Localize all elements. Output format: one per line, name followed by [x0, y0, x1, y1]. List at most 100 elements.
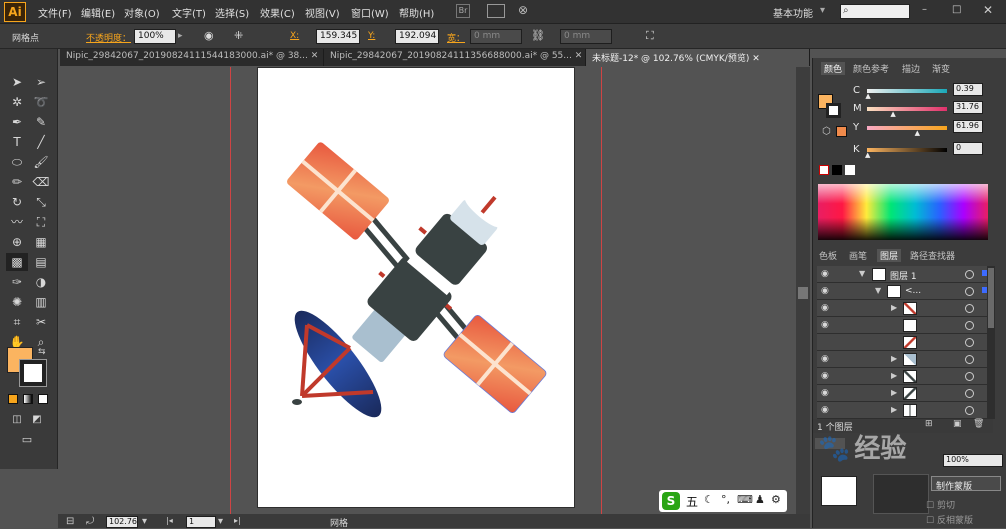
visibility-eye-icon[interactable]: ◉ [821, 354, 829, 364]
channel-y-marker[interactable]: ▲ [915, 129, 920, 137]
lasso-tool-icon[interactable]: ➰ [30, 93, 52, 111]
rotate-view-icon[interactable]: ⤾ [86, 516, 94, 527]
satellite-illustration[interactable] [258, 68, 576, 509]
menu-help[interactable]: 帮助(H) [399, 5, 434, 20]
target-icon[interactable] [965, 304, 974, 313]
skin-icon[interactable]: ♟ [755, 493, 765, 506]
color-mode-button[interactable] [8, 394, 18, 404]
x-label[interactable]: X: [290, 31, 299, 41]
channel-k-slider[interactable] [867, 148, 947, 152]
chevron-down-icon[interactable]: ▾ [820, 5, 825, 16]
bridge-icon[interactable]: Br [456, 4, 470, 18]
clip-checkbox[interactable]: ☐ 剪切 [926, 498, 955, 511]
channel-k-value[interactable]: 0 [953, 142, 983, 155]
vertical-scrollbar[interactable] [796, 67, 810, 514]
target-icon[interactable] [965, 372, 974, 381]
layer-row[interactable]: ◉ ▶ [817, 368, 995, 385]
menu-edit[interactable]: 编辑(E) [81, 5, 115, 20]
tab-document-1[interactable]: Nipic_29842067_20190824111544183000.ai* … [60, 49, 324, 66]
draw-inside-icon[interactable]: ◩ [26, 411, 48, 429]
layer-row[interactable]: ◉ ▶ [817, 385, 995, 402]
moon-icon[interactable]: ☾ [704, 493, 714, 506]
chevron-right-icon[interactable]: ▶ [891, 303, 897, 312]
mesh-tool-icon[interactable]: ▩ [6, 253, 28, 271]
eraser-tool-icon[interactable]: ⌫ [30, 173, 52, 191]
close-icon[interactable]: ✕ [311, 51, 319, 61]
scroll-thumb[interactable] [988, 268, 994, 328]
stroke-swatch[interactable] [19, 359, 47, 387]
menu-file[interactable]: 文件(F) [38, 5, 72, 20]
graph-tool-icon[interactable]: ▥ [30, 293, 52, 311]
close-icon[interactable]: ✕ [983, 3, 993, 17]
channel-y-slider[interactable] [867, 126, 947, 130]
symbol-sprayer-tool-icon[interactable]: ✺ [6, 293, 28, 311]
trash-icon[interactable]: 🗑 [973, 419, 984, 429]
chevron-right-icon[interactable]: ▶ [891, 405, 897, 414]
target-icon[interactable] [965, 287, 974, 296]
channel-c-slider[interactable] [867, 89, 947, 93]
chevron-down-icon[interactable]: ▾ [218, 516, 223, 527]
target-icon[interactable] [965, 270, 974, 279]
ime-mode-label[interactable]: 五 [686, 493, 698, 510]
chevron-right-icon[interactable]: ▸ [178, 31, 183, 41]
width-label[interactable]: 宽： [447, 31, 465, 44]
visibility-eye-icon[interactable]: ◉ [821, 320, 829, 330]
y-label[interactable]: Y: [368, 31, 375, 41]
scroll-thumb[interactable] [798, 287, 808, 299]
gpu-icon[interactable]: ⊗ [518, 3, 528, 17]
layer-name[interactable]: 图层 1 [890, 269, 917, 282]
opacity-label[interactable]: 不透明度： [86, 31, 131, 44]
menu-type[interactable]: 文字(T) [172, 5, 206, 20]
visibility-eye-icon[interactable]: ◉ [821, 405, 829, 415]
channel-y-value[interactable]: 61.96 [953, 120, 983, 133]
next-page-icon[interactable]: ▸| [234, 516, 241, 525]
workspace-switcher[interactable]: 基本功能 [773, 5, 813, 20]
target-icon[interactable] [965, 338, 974, 347]
gradient-mode-button[interactable] [23, 394, 33, 404]
eyedropper-tool-icon[interactable]: ✑ [6, 273, 28, 291]
line-tool-icon[interactable]: ╱ [30, 133, 52, 151]
pen-tool-icon[interactable]: ✒ [6, 113, 28, 131]
arrange-documents-icon[interactable] [487, 4, 505, 18]
visibility-eye-icon[interactable]: ◉ [821, 388, 829, 398]
tab-document-3[interactable]: 未标题-12* @ 102.76% (CMYK/预览) ✕ [586, 49, 810, 66]
gradient-tool-icon[interactable]: ▤ [30, 253, 52, 271]
tab-gradient[interactable]: 渐变 [932, 62, 950, 75]
brush-tool-icon[interactable]: 🖌 [30, 153, 52, 171]
tab-brushes[interactable]: 画笔 [849, 249, 867, 262]
menu-view[interactable]: 视图(V) [305, 5, 340, 20]
width-field[interactable]: 0 mm [470, 29, 522, 44]
close-icon[interactable]: ✕ [752, 54, 760, 64]
perspective-grid-tool-icon[interactable]: ▦ [30, 233, 52, 251]
visibility-eye-icon[interactable]: ◉ [821, 303, 829, 313]
minimize-icon[interactable]: – [922, 4, 927, 15]
magic-wand-tool-icon[interactable]: ✲ [6, 93, 28, 111]
layer-row-top[interactable]: ◉ ▼ 图层 1 [817, 266, 995, 283]
tab-pathfinder[interactable]: 路径查找器 [910, 249, 955, 262]
ime-logo-icon[interactable]: S [662, 492, 680, 510]
stroke-swatch[interactable] [826, 103, 841, 118]
blend-tool-icon[interactable]: ◑ [30, 273, 52, 291]
tab-layers[interactable]: 图层 [877, 249, 902, 262]
color-spectrum[interactable] [818, 184, 988, 240]
shape-builder-tool-icon[interactable]: ⊕ [6, 233, 28, 251]
layer-row[interactable]: ◉ ▶ [817, 402, 995, 419]
tab-swatches[interactable]: 色板 [819, 249, 837, 262]
menu-object[interactable]: 对象(O) [124, 5, 160, 20]
x-field[interactable]: 159.345 [316, 29, 360, 44]
visibility-eye-icon[interactable]: ◉ [821, 269, 829, 279]
punctuation-icon[interactable]: °, [721, 493, 730, 506]
none-mode-button[interactable] [38, 394, 48, 404]
first-page-icon[interactable]: |◂ [166, 516, 173, 525]
chevron-down-icon[interactable]: ▼ [859, 269, 865, 278]
draw-mode-icon[interactable]: ◫ [6, 411, 28, 429]
screen-mode-icon[interactable]: ▭ [16, 431, 38, 449]
channel-m-slider[interactable] [867, 107, 947, 111]
recolor-icon[interactable]: ◉ [204, 29, 214, 42]
make-mask-button[interactable]: 制作蒙版 [931, 476, 1001, 492]
channel-k-marker[interactable]: ▲ [865, 151, 870, 159]
layer-row[interactable] [817, 334, 995, 351]
target-icon[interactable] [965, 355, 974, 364]
tab-stroke[interactable]: 描边 [902, 62, 920, 75]
page-field[interactable]: 1 [186, 516, 216, 528]
